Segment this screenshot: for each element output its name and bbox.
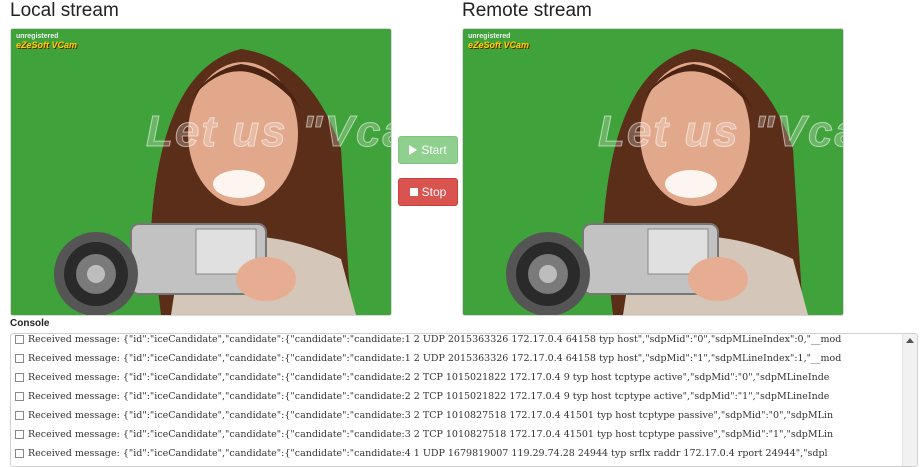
console-line-text: Received message: {"id":"iceCandidate","…	[28, 391, 830, 402]
log-entry-icon	[15, 392, 24, 401]
console-line: Received message: {"id":"iceCandidate","…	[15, 444, 903, 463]
stop-button-label: Stop	[421, 185, 447, 199]
video-frame-image	[11, 29, 391, 315]
console-line: Received message: {"id":"iceCandidate","…	[15, 334, 903, 349]
console-log[interactable]: Received message: {"id":"iceCandidate","…	[10, 333, 918, 467]
watermark-brand: eZeSoft VCam	[468, 40, 530, 50]
log-entry-icon	[15, 449, 24, 458]
stop-icon	[409, 188, 418, 196]
log-entry-icon	[15, 430, 24, 439]
console-scrollbar[interactable]	[902, 334, 917, 466]
stop-button[interactable]: Stop	[398, 178, 458, 206]
console-line: Received message: {"id":"iceCandidate","…	[15, 349, 903, 368]
start-button[interactable]: Start	[398, 136, 458, 164]
log-entry-icon	[15, 411, 24, 420]
console-line-text: Received message: {"id":"iceCandidate","…	[28, 353, 842, 364]
video-frame-image	[463, 29, 843, 315]
console-line: Received message: {"id":"iceCandidate","…	[15, 368, 903, 387]
play-icon	[409, 145, 418, 155]
console-line: Received message: {"id":"iceCandidate","…	[15, 406, 903, 425]
console-line: Received message: {"id":"iceCandidate","…	[15, 387, 903, 406]
console-line-text: Received message: {"id":"iceCandidate","…	[28, 372, 830, 383]
local-stream-heading: Local stream	[10, 0, 119, 21]
console-line-text: Received message: {"id":"iceCandidate","…	[28, 410, 834, 421]
console-line: Received message: {"id":"iceCandidate","…	[15, 425, 903, 444]
watermark-overlay: Let us "Vcam"	[598, 107, 843, 157]
log-entry-icon	[15, 354, 24, 363]
log-entry-icon	[15, 373, 24, 382]
console-line-text: Received message: {"id":"iceCandidate","…	[28, 448, 828, 459]
watermark-small: unregistered	[16, 33, 59, 40]
local-video: unregistered eZeSoft VCam Let us "Vcam"	[10, 28, 392, 316]
watermark-brand: eZeSoft VCam	[16, 40, 78, 50]
remote-stream-heading: Remote stream	[462, 0, 592, 21]
console-lines: Received message: {"id":"iceCandidate","…	[15, 334, 903, 463]
console-label: Console	[10, 318, 50, 329]
watermark-small: unregistered	[468, 33, 511, 40]
console-line-text: Received message: {"id":"iceCandidate","…	[28, 334, 842, 345]
start-button-label: Start	[421, 143, 447, 157]
console-line-text: Received message: {"id":"iceCandidate","…	[28, 429, 834, 440]
scroll-up-arrow-icon[interactable]	[906, 338, 914, 343]
log-entry-icon	[15, 335, 24, 344]
watermark-overlay: Let us "Vcam"	[146, 107, 391, 157]
remote-video: unregistered eZeSoft VCam Let us "Vcam"	[462, 28, 844, 316]
